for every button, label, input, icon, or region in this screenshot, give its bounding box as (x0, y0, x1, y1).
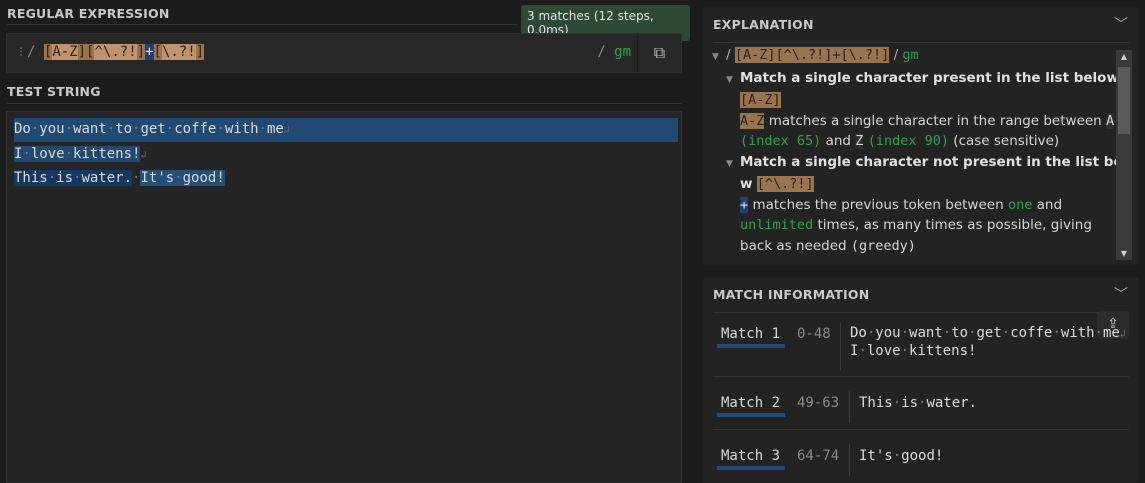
triangle-down-icon[interactable]: ▼ (712, 47, 726, 68)
item2-text1: matches the previous token between (752, 196, 1004, 213)
explanation-tree: ▼ / [A-Z][^\.?!]+[\.?!] / gm ▼ Match a sin… (712, 45, 1117, 261)
match-value-line1: Do·you·want·to·get·coffe·with·me (850, 325, 1120, 341)
scroll-up-icon[interactable]: ▲ (1116, 52, 1132, 61)
explanation-panel: EXPLANATION ﹀ ▼ / [A-Z][^\.?!]+[\.?!] / g… (703, 7, 1139, 265)
test-line-3a: This·is·water. (14, 170, 133, 186)
left-column: REGULAR EXPRESSION 3 matches (12 steps, … (0, 0, 690, 483)
and-text: and (825, 133, 851, 149)
copy-button[interactable]: ⧉ (637, 34, 681, 72)
drag-handle-icon[interactable]: ⁝ (19, 45, 23, 60)
char-a: A (1106, 112, 1115, 129)
regex-section-title: REGULAR EXPRESSION (7, 6, 170, 21)
test-line-2: I·love·kittens! (14, 146, 141, 162)
triangle-down-icon[interactable]: ▼ (726, 70, 740, 91)
index-65: (index 65) (740, 133, 822, 149)
chevron-down-icon[interactable]: ﹀ (1114, 14, 1128, 34)
match-range: 0-48 (797, 326, 831, 342)
index-90: (index 90) (867, 133, 949, 149)
item2-title-wrap: w (740, 176, 753, 192)
match-value: It's·good! (859, 448, 944, 464)
test-string-editor[interactable]: Do·you·want·to·get·coffe·with·me↲ I·love… (6, 111, 682, 483)
copy-icon: ⧉ (653, 43, 666, 62)
item2-text2: times, as many times as possible, giving (817, 217, 1092, 233)
explanation-scrollbar[interactable]: ▲ ▼ (1116, 50, 1132, 260)
item1-text: matches a single character in the range … (768, 112, 1102, 129)
explanation-regex: [A-Z][^\.?!]+[\.?!] (734, 47, 890, 63)
item2-text3: back as needed (740, 237, 847, 254)
regex-expression[interactable]: / [A-Z][^\.?!]+[\.?!] (27, 44, 205, 60)
case-note: (case sensitive) (953, 133, 1060, 149)
item2-one: one (1007, 196, 1033, 213)
divider (7, 24, 517, 25)
token-class-3: [\.?!] (153, 44, 205, 60)
scrollbar-thumb[interactable] (1118, 67, 1130, 134)
token-class-2: [^\.?!] (86, 44, 146, 60)
match-info-title: MATCH INFORMATION (713, 287, 870, 302)
match-label: Match 3 (717, 448, 785, 470)
item2-and: and (1036, 196, 1063, 213)
test-line-3b: It's·good! (140, 170, 225, 186)
item2-title: Match a single character not present in … (740, 153, 1117, 170)
regex-input[interactable]: ⁝ / [A-Z][^\.?!]+[\.?!] / gm ⧉ (6, 33, 682, 73)
test-string-title: TEST STRING (7, 84, 101, 99)
divider (7, 103, 682, 104)
item2-unlimited: unlimited (740, 217, 814, 233)
delimiter: / (27, 44, 36, 60)
test-line-1: Do·you·want·to·get·coffe·with·me↲ (14, 118, 678, 142)
char-z: Z (855, 133, 864, 149)
item2-token: [^\.?!] (756, 176, 814, 192)
match-information-panel: MATCH INFORMATION ﹀ ⇪ Match 1 0-48 Do·yo… (703, 277, 1139, 483)
item1-range: A-Z (740, 112, 765, 129)
item1-token: [A-Z] (740, 92, 781, 108)
match-range: 49-63 (797, 395, 840, 411)
item1-title: Match a single character present in the … (740, 69, 1117, 86)
item2-plus: + (740, 196, 749, 213)
explanation-title: EXPLANATION (713, 17, 814, 32)
scroll-down-icon[interactable]: ▼ (1116, 249, 1132, 258)
match-value-line2: I·love·kittens! (850, 343, 977, 359)
match-label: Match 1 (717, 326, 785, 348)
token-class-1: [A-Z] (43, 44, 87, 60)
match-label: Match 2 (717, 395, 785, 417)
explanation-flags: gm (902, 47, 919, 63)
token-quantifier: + (145, 44, 154, 60)
triangle-down-icon[interactable]: ▼ (726, 154, 740, 175)
match-value: This·is·water. (859, 395, 978, 411)
item2-greedy: (greedy) (850, 237, 916, 254)
match-range: 64-74 (797, 448, 840, 464)
chevron-down-icon[interactable]: ﹀ (1114, 284, 1128, 304)
regex-flags[interactable]: / gm (597, 44, 631, 60)
